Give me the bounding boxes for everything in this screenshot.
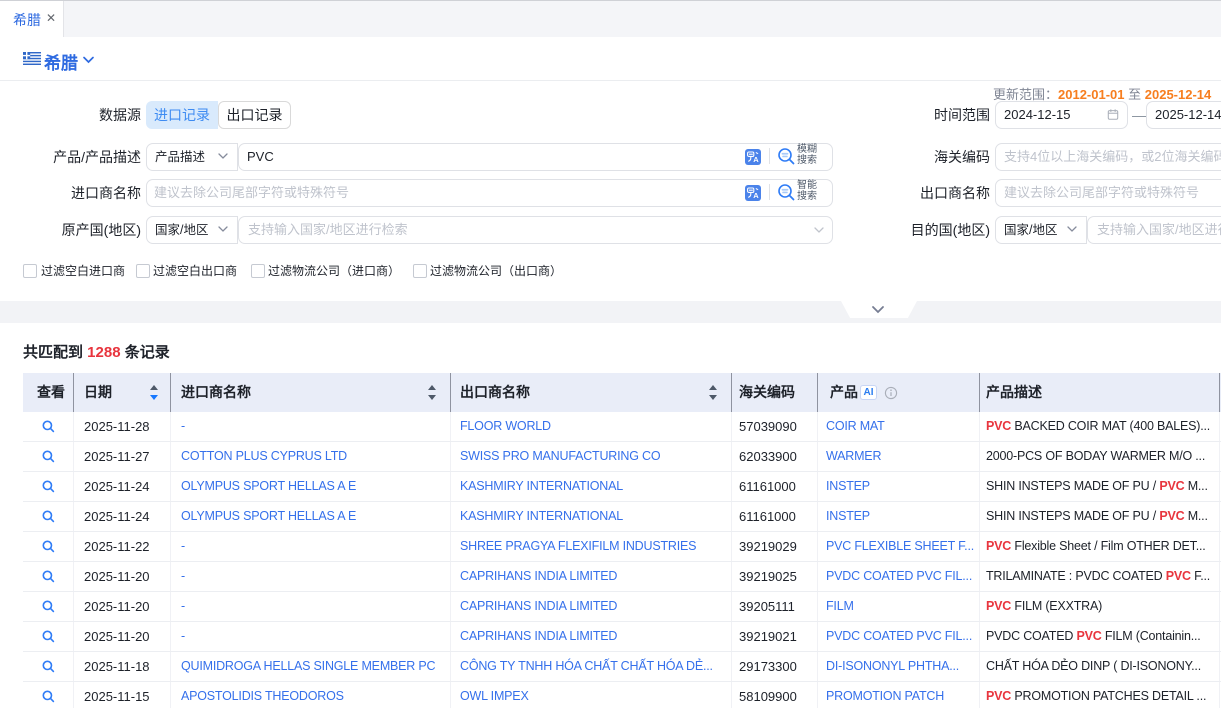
svg-text:A: A <box>753 155 759 164</box>
svg-text:A: A <box>753 191 759 200</box>
